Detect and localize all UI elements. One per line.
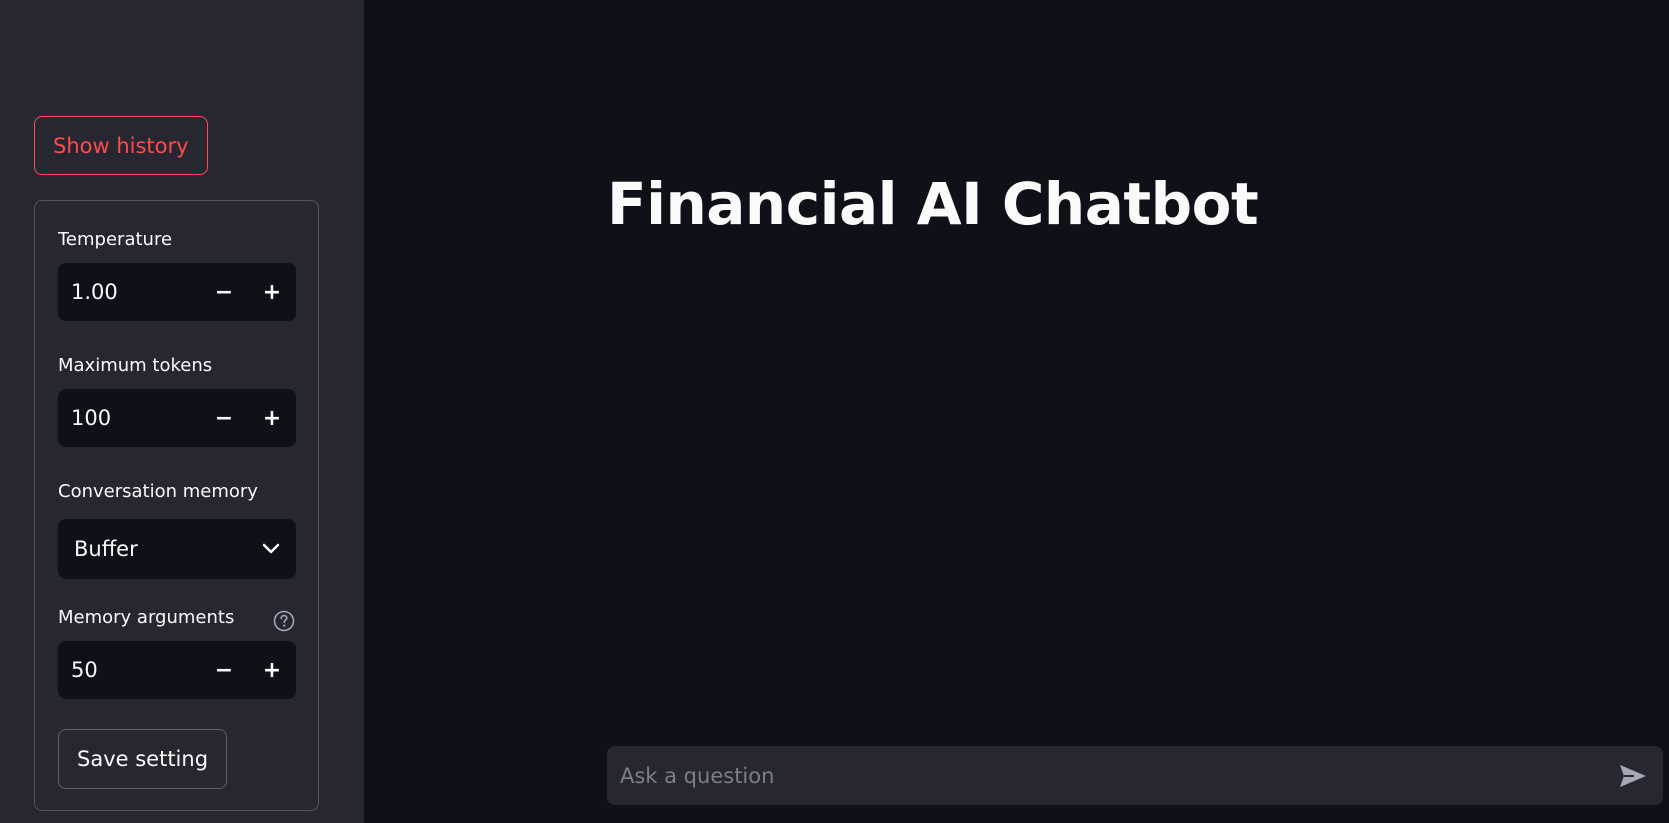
chevron-down-icon [262, 543, 280, 554]
conversation-memory-select[interactable]: Buffer [58, 519, 296, 579]
memory-arguments-label: Memory arguments [58, 607, 235, 628]
memory-arguments-increment-button[interactable]: + [248, 641, 296, 699]
temperature-label: Temperature [58, 229, 173, 250]
max-tokens-decrement-button[interactable]: − [200, 389, 248, 447]
conversation-memory-label: Conversation memory [58, 481, 258, 502]
settings-form: Temperature 1.00 − + Maximum tokens 100 … [34, 200, 319, 811]
temperature-increment-button[interactable]: + [248, 263, 296, 321]
max-tokens-label: Maximum tokens [58, 355, 213, 376]
max-tokens-input[interactable]: 100 [58, 389, 200, 447]
save-setting-button[interactable]: Save setting [58, 729, 228, 789]
memory-arguments-input[interactable]: 50 [58, 641, 200, 699]
page-title: Financial AI Chatbot [607, 170, 1259, 238]
send-icon [1620, 765, 1646, 787]
temperature-decrement-button[interactable]: − [200, 263, 248, 321]
chat-input[interactable] [607, 746, 1587, 805]
temperature-stepper: 1.00 − + [58, 263, 296, 321]
conversation-memory-value: Buffer [74, 537, 138, 561]
max-tokens-stepper: 100 − + [58, 389, 296, 447]
memory-arguments-decrement-button[interactable]: − [200, 641, 248, 699]
temperature-input[interactable]: 1.00 [58, 263, 200, 321]
app: Show history Temperature 1.00 − + Maximu… [0, 0, 1669, 823]
memory-arguments-stepper: 50 − + [58, 641, 296, 699]
show-history-button[interactable]: Show history [34, 116, 208, 175]
help-circle-icon[interactable] [273, 610, 295, 632]
max-tokens-increment-button[interactable]: + [248, 389, 296, 447]
sidebar: Show history Temperature 1.00 − + Maximu… [0, 0, 364, 823]
chat-input-bar [607, 746, 1663, 805]
send-button[interactable] [1617, 760, 1649, 792]
